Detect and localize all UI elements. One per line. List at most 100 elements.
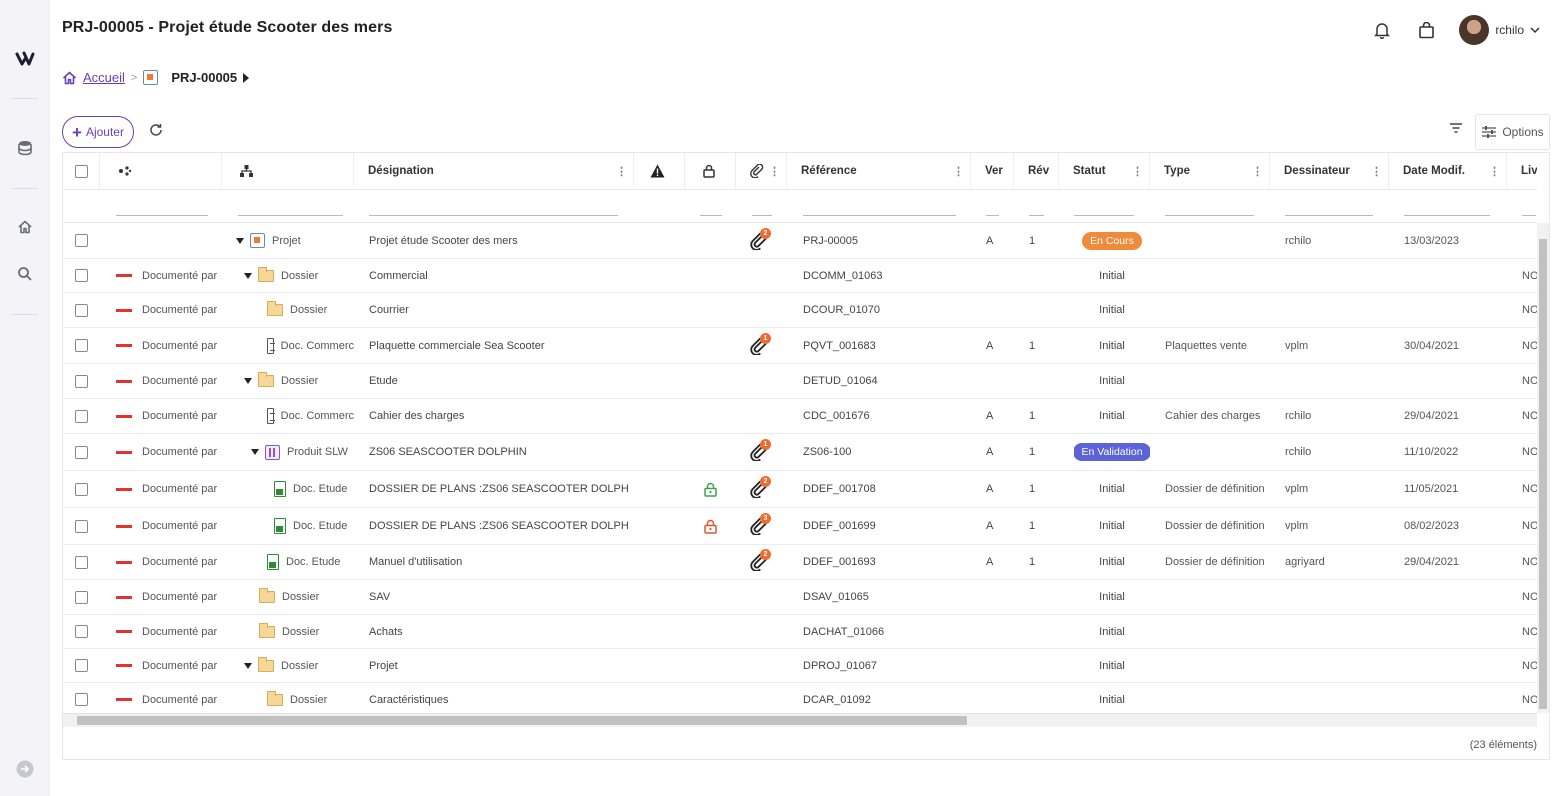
refresh-icon[interactable]	[148, 122, 166, 140]
revision-column-header[interactable]: Rév	[1014, 153, 1059, 189]
designation-cell[interactable]: Achats	[369, 615, 629, 648]
column-menu-icon[interactable]: ⋮	[1489, 165, 1500, 178]
designation-filter-input[interactable]	[369, 215, 618, 216]
expand-caret-icon[interactable]	[251, 449, 259, 455]
designation-cell[interactable]: Etude	[369, 364, 629, 398]
add-button[interactable]: + Ajouter	[62, 116, 134, 148]
designation-cell[interactable]: Caractéristiques	[369, 683, 629, 716]
attachment-column-header[interactable]: ⋮	[736, 153, 787, 189]
column-menu-icon[interactable]: ⋮	[1132, 165, 1143, 178]
designation-cell[interactable]: DOSSIER DE PLANS :ZS06 SEASCOOTER DOLPHI…	[369, 471, 629, 507]
row-checkbox[interactable]	[75, 339, 88, 352]
row-checkbox[interactable]	[75, 409, 88, 423]
type-doc-filter-input[interactable]	[1165, 215, 1254, 216]
table-row[interactable]: Documenté par Dossier Commercial DCOMM_0106…	[63, 259, 1537, 293]
type-doc-column-header[interactable]: Type ⋮	[1150, 153, 1270, 189]
link-filter-input[interactable]	[116, 215, 208, 216]
designation-cell[interactable]: Projet étude Scooter des mers	[369, 223, 629, 258]
designation-cell[interactable]: Courrier	[369, 293, 629, 327]
horizontal-scroll-thumb[interactable]	[77, 716, 967, 725]
table-row[interactable]: Documenté par Dossier Courrier DCOUR_01070 I…	[63, 293, 1537, 328]
filter-icon[interactable]	[1448, 120, 1468, 140]
user-menu[interactable]: rchilo	[1459, 15, 1540, 45]
link-column-header[interactable]	[100, 153, 222, 189]
type-column-header[interactable]	[222, 153, 354, 189]
database-icon[interactable]	[14, 137, 36, 159]
table-row[interactable]: Documenté par Dossier Projet DPROJ_01067 Ini…	[63, 649, 1537, 683]
expand-caret-icon[interactable]	[236, 237, 244, 244]
row-checkbox[interactable]	[75, 625, 88, 638]
expand-caret-icon[interactable]	[244, 662, 252, 669]
row-checkbox[interactable]	[75, 555, 88, 569]
row-checkbox[interactable]	[75, 374, 88, 388]
table-row[interactable]: Documenté par Dossier SAV DSAV_01065 Initial…	[63, 580, 1537, 615]
vertical-scroll-thumb[interactable]	[1539, 239, 1547, 709]
revision-filter-input[interactable]	[1029, 215, 1044, 216]
row-checkbox[interactable]	[75, 519, 88, 533]
expand-caret-icon[interactable]	[244, 272, 252, 279]
designation-cell[interactable]: Commercial	[369, 259, 629, 292]
table-row[interactable]: Projet Projet étude Scooter des mers 2 PRJ-…	[63, 223, 1537, 259]
row-checkbox[interactable]	[75, 590, 88, 604]
warning-column-header[interactable]	[634, 153, 685, 189]
table-row[interactable]: Documenté par Doc. Etude DOSSIER DE PLANS …	[63, 471, 1537, 508]
horizontal-scrollbar[interactable]	[63, 713, 1537, 727]
select-all-checkbox[interactable]	[74, 164, 88, 178]
table-row[interactable]: Documenté par Doc. Etude DOSSIER DE PLANS …	[63, 508, 1537, 545]
status-column-header[interactable]: Statut ⋮	[1059, 153, 1150, 189]
unlocked-icon[interactable]	[704, 482, 717, 497]
locked-icon[interactable]	[704, 519, 717, 534]
designation-column-header[interactable]: Désignation ⋮	[354, 153, 634, 189]
attachment-filter-input[interactable]	[752, 215, 772, 216]
attachment-button[interactable]: 1	[750, 332, 771, 356]
version-column-header[interactable]: Ver	[971, 153, 1014, 189]
row-checkbox[interactable]	[75, 269, 88, 282]
version-filter-input[interactable]	[986, 215, 999, 216]
designation-cell[interactable]: Manuel d'utilisation	[369, 545, 629, 579]
search-icon[interactable]	[14, 263, 36, 285]
options-button[interactable]: Options	[1475, 114, 1550, 150]
table-row[interactable]: Documenté par Doc. Etude Manuel d'utilisat…	[63, 545, 1537, 580]
bell-icon[interactable]	[1371, 19, 1393, 41]
row-checkbox[interactable]	[75, 234, 88, 247]
table-row[interactable]: Documenté par Produit SLW ZS06 SEASCOOTER …	[63, 434, 1537, 471]
row-checkbox[interactable]	[75, 693, 88, 706]
type-filter-input[interactable]	[238, 215, 343, 216]
attachment-button[interactable]: 3	[750, 513, 771, 536]
reference-column-header[interactable]: Référence ⋮	[787, 153, 971, 189]
designation-cell[interactable]: Plaquette commerciale Sea Scooter	[369, 328, 629, 363]
designation-cell[interactable]: Cahier des charges	[369, 399, 629, 433]
attachment-button[interactable]: 2	[750, 227, 771, 251]
row-checkbox[interactable]	[75, 659, 88, 672]
table-row[interactable]: Documenté par Dossier Etude DETUD_01064 Init…	[63, 364, 1537, 399]
logo-icon[interactable]	[14, 48, 36, 70]
reference-filter-input[interactable]	[803, 215, 956, 216]
expand-caret-icon[interactable]	[244, 378, 252, 384]
vertical-scrollbar[interactable]	[1537, 223, 1549, 713]
table-row[interactable]: Documenté par Dossier Caractéristiques DCAR…	[63, 683, 1537, 717]
attachment-button[interactable]: 2	[750, 476, 771, 499]
table-row[interactable]: Documenté par Doc. Commerc Plaquette comme…	[63, 328, 1537, 364]
lock-filter-input[interactable]	[700, 215, 722, 216]
author-filter-input[interactable]	[1285, 215, 1373, 216]
breadcrumb-home-link[interactable]: Accueil	[83, 70, 125, 85]
column-menu-icon[interactable]: ⋮	[953, 165, 964, 178]
home-icon[interactable]	[14, 216, 36, 238]
bag-icon[interactable]	[1415, 19, 1437, 41]
designation-cell[interactable]: ZS06 SEASCOOTER DOLPHIN	[369, 434, 629, 470]
home-icon[interactable]	[62, 71, 77, 85]
row-checkbox[interactable]	[75, 303, 88, 317]
status-filter-input[interactable]	[1074, 215, 1134, 216]
caret-right-icon[interactable]	[243, 72, 250, 83]
row-checkbox[interactable]	[75, 445, 88, 459]
table-row[interactable]: Documenté par Dossier Achats DACHAT_01066 In…	[63, 615, 1537, 649]
breadcrumb-current[interactable]: PRJ-00005	[171, 70, 237, 85]
date-filter-input[interactable]	[1404, 215, 1490, 216]
column-menu-icon[interactable]: ⋮	[769, 165, 780, 178]
column-menu-icon[interactable]: ⋮	[1371, 165, 1382, 178]
expand-sidebar-icon[interactable]	[14, 758, 36, 780]
attachment-button[interactable]: 2	[750, 549, 771, 572]
lock-column-header[interactable]	[685, 153, 736, 189]
designation-cell[interactable]: Projet	[369, 649, 629, 682]
liv-column-header[interactable]: Liv	[1507, 153, 1537, 189]
